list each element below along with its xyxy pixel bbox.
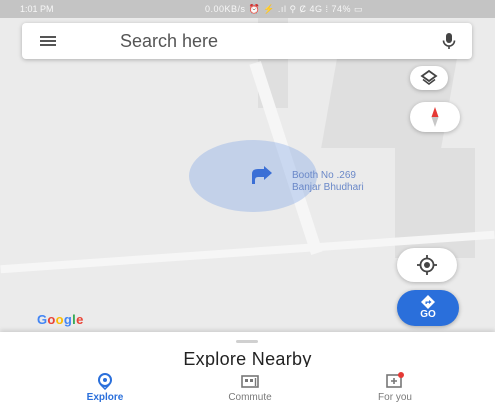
nav-label-commute: Commute	[228, 392, 272, 403]
place-label-line2: Banjar Bhudhari	[292, 182, 364, 193]
google-logo-text: Google	[37, 312, 84, 327]
compass-icon	[431, 107, 439, 127]
nav-label-for-you: For you	[378, 392, 412, 403]
nav-tab-commute[interactable]: Commute	[195, 367, 305, 409]
nav-label-explore: Explore	[86, 392, 124, 403]
status-icons: 0.00KB/s ⏰ ⚡ .ıl ⚲ Ȼ 4G ⁞ 74% ▭	[205, 4, 364, 14]
place-label-line1: Booth No .269	[292, 170, 356, 181]
search-bar[interactable]: Search here	[22, 23, 472, 59]
status-time: 1:01 PM	[20, 4, 54, 14]
place-label[interactable]: Booth No .269 Banjar Bhudhari	[292, 170, 364, 194]
nav-tab-for-you[interactable]: For you	[340, 367, 450, 409]
maps-screen: 1:01 PM 0.00KB/s ⏰ ⚡ .ıl ⚲ Ȼ 4G ⁞ 74% ▭ …	[0, 0, 495, 409]
compass-button[interactable]	[410, 102, 460, 132]
layers-icon	[420, 69, 438, 85]
explore-pin-icon	[98, 373, 112, 390]
hamburger-menu-icon[interactable]	[36, 33, 60, 49]
google-logo: Google	[37, 312, 84, 327]
commute-icon	[241, 375, 259, 388]
search-input[interactable]: Search here	[120, 31, 218, 52]
nav-tab-explore[interactable]: Explore	[50, 367, 160, 409]
my-location-icon	[417, 255, 437, 275]
bottom-navigation: Explore Commute For you	[0, 367, 495, 409]
go-label: GO	[420, 309, 436, 320]
place-marker-icon[interactable]	[250, 166, 280, 186]
microphone-icon[interactable]	[438, 30, 460, 52]
status-bar: 1:01 PM 0.00KB/s ⏰ ⚡ .ıl ⚲ Ȼ 4G ⁞ 74% ▭	[0, 0, 495, 18]
my-location-button[interactable]	[397, 248, 457, 282]
sheet-drag-handle[interactable]	[236, 340, 258, 343]
go-directions-button[interactable]: GO	[397, 290, 459, 326]
for-you-icon	[386, 372, 404, 388]
layers-button[interactable]	[410, 66, 448, 90]
map-block	[321, 48, 459, 148]
